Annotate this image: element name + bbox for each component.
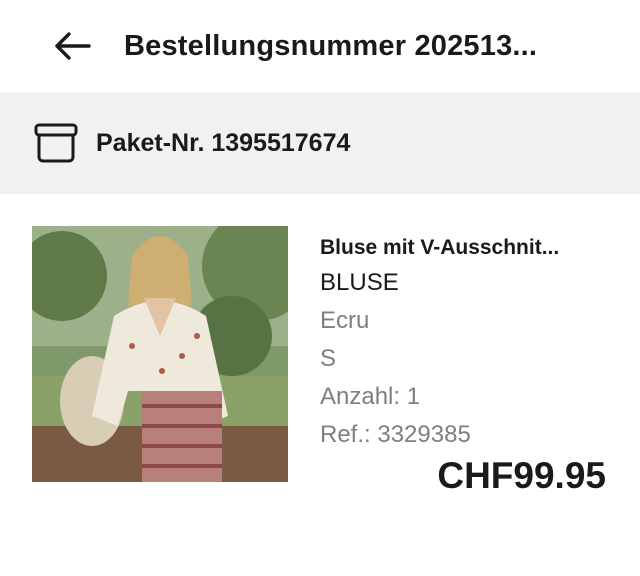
product-reference: Ref.: 3329385 [320,421,471,448]
package-header: Paket-Nr. 1395517674 [0,92,640,194]
product-type: BLUSE [320,269,399,296]
product-name: Bluse mit V-Ausschnit... [320,236,560,259]
product-image[interactable] [32,226,288,482]
box-icon [34,123,78,163]
product-size: S [320,345,337,372]
product-price: CHF99.95 [437,455,606,496]
page-title: Bestellungsnummer 202513... [124,29,538,62]
package-number: Paket-Nr. 1395517674 [96,128,351,157]
product-color: Ecru [320,307,370,334]
arrow-left-icon [55,32,91,60]
product-quantity: Anzahl: 1 [320,383,421,410]
item-details: Bluse mit V-Ausschnit... BLUSE Ecru S An… [320,226,610,497]
top-app-bar: Bestellungsnummer 202513... [0,0,640,92]
order-item[interactable]: Bluse mit V-Ausschnit... BLUSE Ecru S An… [0,194,640,497]
product-photo [32,226,288,482]
back-button[interactable] [52,26,92,66]
